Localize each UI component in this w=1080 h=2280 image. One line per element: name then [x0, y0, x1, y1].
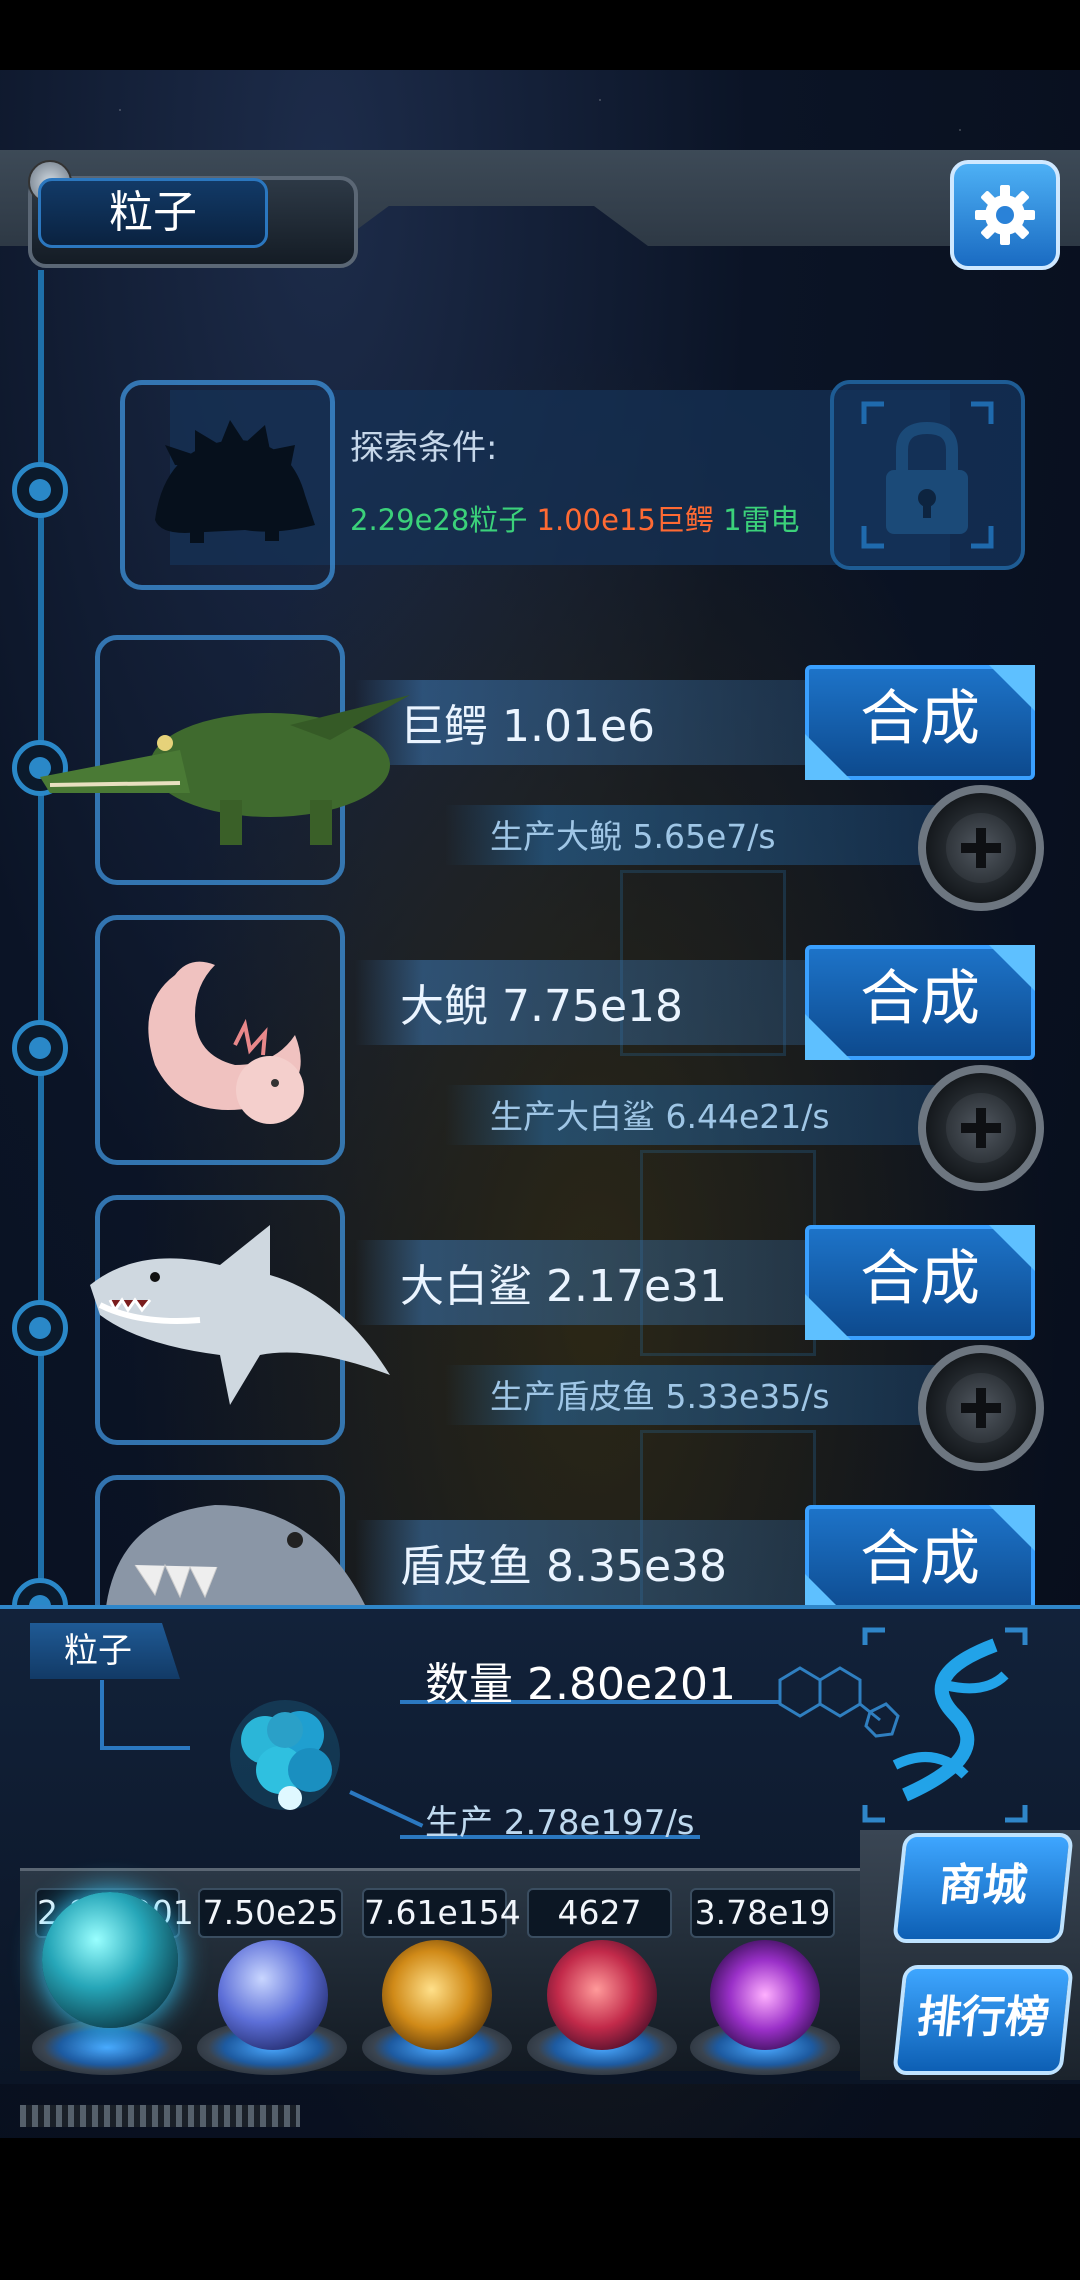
requirement-particles: 2.29e28粒子	[350, 503, 528, 537]
merge-label: 合成	[860, 964, 980, 1034]
resource-count-fire: 7.61e154	[362, 1888, 521, 1938]
resource-count: 数量 2.80e201	[425, 1659, 737, 1710]
requirement-thunder: 1雷电	[723, 503, 800, 537]
locked-species-frame	[120, 380, 335, 590]
upgrade-plus-button[interactable]	[918, 1345, 1044, 1471]
particle-orb-icon[interactable]	[42, 1892, 178, 2028]
circuit-line	[100, 1746, 190, 1750]
crocodile-icon	[40, 695, 410, 845]
species-name: 大鲵 7.75e18	[400, 981, 684, 1032]
species-production: 生产大鲵 5.65e7/s	[490, 817, 776, 856]
species-row-shark: 大白鲨 2.17e31 生产盾皮鱼 5.33e35/s 合成	[0, 1195, 1080, 1471]
brain-orb-icon[interactable]	[547, 1940, 657, 2050]
salamander-icon	[148, 961, 304, 1124]
plus-icon	[946, 1373, 1016, 1443]
merge-button[interactable]: 合成	[805, 1225, 1035, 1340]
plus-icon	[946, 813, 1016, 883]
upgrade-plus-button[interactable]	[918, 1065, 1044, 1191]
shop-button[interactable]: 商城	[892, 1833, 1074, 1943]
species-name: 盾皮鱼 8.35e38	[400, 1541, 728, 1592]
timeline-lock-node-icon	[12, 462, 68, 518]
locked-species-row: 探索条件: 2.29e28粒子 1.00e15巨鳄 1雷电	[110, 370, 1030, 590]
merge-button[interactable]: 合成	[805, 1505, 1035, 1605]
dna-icon	[862, 1627, 1028, 1823]
vent-grille	[20, 2105, 300, 2127]
species-name: 巨鳄 1.01e6	[400, 701, 656, 752]
merge-button[interactable]: 合成	[805, 945, 1035, 1060]
hedgehog-silhouette-icon	[155, 420, 315, 543]
vortex-orb-icon[interactable]	[710, 1940, 820, 2050]
merge-button[interactable]: 合成	[805, 665, 1035, 780]
plus-icon	[946, 1093, 1016, 1163]
resource-selector[interactable]: 粒子	[38, 178, 268, 248]
lightning-orb-icon[interactable]	[218, 1940, 328, 2050]
particle-cluster-icon	[230, 1700, 340, 1810]
species-production: 生产盾皮鱼 5.33e35/s	[490, 1377, 830, 1416]
resource-count-brain: 4627	[527, 1888, 672, 1938]
gear-icon	[975, 185, 1035, 245]
resource-count-lightning: 7.50e25	[198, 1888, 343, 1938]
merge-label: 合成	[860, 684, 980, 754]
fire-orb-icon[interactable]	[382, 1940, 492, 2050]
requirement-crocodile: 1.00e15巨鳄	[536, 503, 714, 537]
condition-requirements: 2.29e28粒子 1.00e15巨鳄 1雷电	[350, 497, 800, 539]
panel-resource-tag: 粒子	[30, 1623, 180, 1679]
species-row-crocodile: 巨鳄 1.01e6 生产大鲵 5.65e7/s 合成	[0, 635, 1080, 911]
species-name: 大白鲨 2.17e31	[400, 1261, 728, 1312]
species-production: 生产大白鲨 6.44e21/s	[490, 1097, 830, 1136]
resource-count-vortex: 3.78e19	[690, 1888, 835, 1938]
species-row-placoderm: 盾皮鱼 8.35e38 合成	[0, 1475, 1080, 1605]
circuit-line	[100, 1680, 104, 1750]
pedestal	[32, 2020, 182, 2075]
lock-icon	[861, 401, 994, 549]
condition-title: 探索条件:	[350, 428, 498, 468]
placoderm-icon	[106, 1505, 365, 1605]
species-row-salamander: 大鲵 7.75e18 生产大白鲨 6.44e21/s 合成	[0, 915, 1080, 1191]
merge-label: 合成	[860, 1524, 980, 1594]
shark-icon	[90, 1225, 390, 1405]
settings-button[interactable]	[950, 160, 1060, 270]
merge-label: 合成	[860, 1244, 980, 1314]
resource-production: 生产 2.78e197/s	[425, 1803, 695, 1843]
locked-button[interactable]	[830, 380, 1025, 570]
ranking-button[interactable]: 排行榜	[892, 1965, 1074, 2075]
upgrade-plus-button[interactable]	[918, 785, 1044, 911]
